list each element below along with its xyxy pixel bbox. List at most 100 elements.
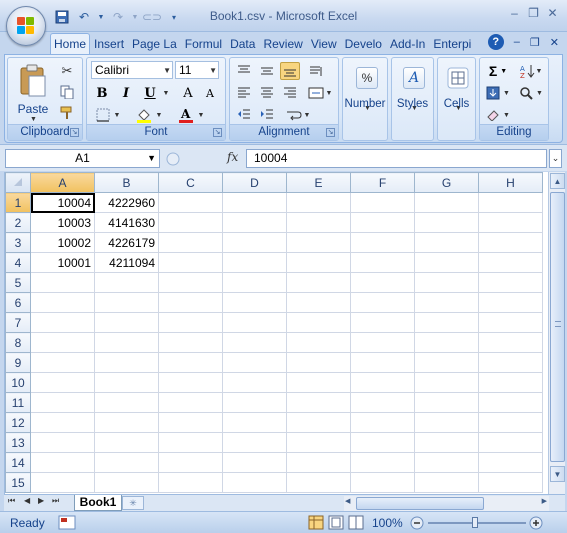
row-header-15[interactable]: 15 xyxy=(5,472,31,493)
cell[interactable] xyxy=(94,272,159,293)
cell[interactable] xyxy=(30,472,95,493)
row-header-4[interactable]: 4 xyxy=(5,252,31,273)
cell[interactable] xyxy=(414,252,479,273)
align-middle-icon[interactable] xyxy=(257,62,277,80)
cell-b2[interactable]: 4141630 xyxy=(94,212,159,233)
cell[interactable] xyxy=(30,412,95,433)
cell[interactable] xyxy=(222,332,287,353)
cell[interactable] xyxy=(478,312,543,333)
cell[interactable] xyxy=(478,372,543,393)
borders-button[interactable]: ▼ xyxy=(93,106,123,124)
cell-b3[interactable]: 4226179 xyxy=(94,232,159,253)
scroll-down-icon[interactable]: ▼ xyxy=(550,466,565,482)
cell[interactable] xyxy=(478,272,543,293)
copy-icon[interactable] xyxy=(58,83,76,101)
cell[interactable] xyxy=(286,412,351,433)
align-bottom-icon[interactable] xyxy=(280,62,300,80)
row-header-3[interactable]: 3 xyxy=(5,232,31,253)
cell-a3[interactable]: 10002 xyxy=(30,232,95,253)
cell[interactable] xyxy=(478,192,543,213)
row-header-10[interactable]: 10 xyxy=(5,372,31,393)
cell[interactable] xyxy=(222,432,287,453)
row-header-11[interactable]: 11 xyxy=(5,392,31,413)
cell[interactable] xyxy=(286,352,351,373)
cell[interactable] xyxy=(350,432,415,453)
tab-page-layout[interactable]: Page La xyxy=(128,33,181,55)
scroll-right-icon[interactable]: ▶ xyxy=(542,497,547,505)
column-header-f[interactable]: F xyxy=(350,172,415,193)
cell[interactable] xyxy=(286,372,351,393)
horizontal-scroll-thumb[interactable] xyxy=(356,497,484,510)
tab-add-ins[interactable]: Add-In xyxy=(386,33,429,55)
cell[interactable] xyxy=(478,332,543,353)
row-header-9[interactable]: 9 xyxy=(5,352,31,373)
clear-button[interactable]: ▼ xyxy=(484,106,512,124)
cell-b1[interactable]: 4222960 xyxy=(94,192,159,213)
cell[interactable] xyxy=(478,292,543,313)
expand-formula-bar-icon[interactable]: ⌄ xyxy=(549,149,562,168)
cell[interactable] xyxy=(414,472,479,493)
cell[interactable] xyxy=(478,472,543,493)
doc-restore-button[interactable]: ❐ xyxy=(530,36,540,49)
cell[interactable] xyxy=(478,352,543,373)
vertical-scrollbar[interactable]: ▲ ▼ xyxy=(548,172,565,494)
page-break-view-icon[interactable] xyxy=(348,515,364,530)
alignment-launcher-icon[interactable]: ↘ xyxy=(326,128,335,137)
zoom-slider-thumb[interactable] xyxy=(472,517,478,528)
shrink-font-button[interactable]: A xyxy=(201,84,219,102)
cell[interactable] xyxy=(30,332,95,353)
next-sheet-icon[interactable]: ▶ xyxy=(38,496,44,505)
cell[interactable] xyxy=(94,312,159,333)
decrease-indent-icon[interactable] xyxy=(234,106,254,124)
first-sheet-icon[interactable]: ⏮ xyxy=(8,496,15,506)
cell[interactable] xyxy=(158,432,223,453)
cell[interactable] xyxy=(414,412,479,433)
cell[interactable] xyxy=(286,232,351,253)
cell[interactable] xyxy=(94,352,159,373)
cell[interactable] xyxy=(286,472,351,493)
tab-review[interactable]: Review xyxy=(259,33,306,55)
cell[interactable] xyxy=(286,292,351,313)
cell[interactable] xyxy=(30,372,95,393)
sheet-tab-book1[interactable]: Book1 xyxy=(74,495,122,511)
cell[interactable] xyxy=(222,472,287,493)
cell[interactable] xyxy=(286,332,351,353)
cell-b4[interactable]: 4211094 xyxy=(94,252,159,273)
cell[interactable] xyxy=(158,372,223,393)
tab-enterprise[interactable]: Enterpi xyxy=(429,33,475,55)
align-top-icon[interactable] xyxy=(234,62,254,80)
font-launcher-icon[interactable]: ↘ xyxy=(213,128,222,137)
cell[interactable] xyxy=(158,272,223,293)
cell[interactable] xyxy=(286,432,351,453)
column-header-c[interactable]: C xyxy=(158,172,223,193)
cell[interactable] xyxy=(350,252,415,273)
cell[interactable] xyxy=(478,392,543,413)
zoom-level[interactable]: 100% xyxy=(372,516,403,530)
prev-sheet-icon[interactable]: ◀ xyxy=(24,496,30,505)
sort-filter-button[interactable]: AZ ▼ xyxy=(516,62,546,80)
row-header-6[interactable]: 6 xyxy=(5,292,31,313)
font-color-button[interactable]: A ▼ xyxy=(173,106,209,124)
maximize-button[interactable]: ❐ xyxy=(525,6,542,21)
cell[interactable] xyxy=(350,392,415,413)
cell[interactable] xyxy=(286,252,351,273)
cell[interactable] xyxy=(350,212,415,233)
italic-button[interactable]: I xyxy=(117,84,135,102)
cell[interactable] xyxy=(414,192,479,213)
cell[interactable] xyxy=(158,472,223,493)
cell[interactable] xyxy=(30,432,95,453)
cell[interactable] xyxy=(30,352,95,373)
tab-home[interactable]: Home xyxy=(50,33,91,55)
cell[interactable] xyxy=(350,232,415,253)
align-center-icon[interactable] xyxy=(257,84,277,102)
fill-color-button[interactable]: ▼ xyxy=(131,106,167,124)
doc-minimize-button[interactable]: – xyxy=(514,36,520,48)
cell[interactable] xyxy=(414,352,479,373)
cell[interactable] xyxy=(350,292,415,313)
cell[interactable] xyxy=(286,312,351,333)
cell[interactable] xyxy=(350,452,415,473)
tab-view[interactable]: View xyxy=(307,33,341,55)
cell[interactable] xyxy=(222,252,287,273)
cell[interactable] xyxy=(94,432,159,453)
cell-a2[interactable]: 10003 xyxy=(30,212,95,233)
